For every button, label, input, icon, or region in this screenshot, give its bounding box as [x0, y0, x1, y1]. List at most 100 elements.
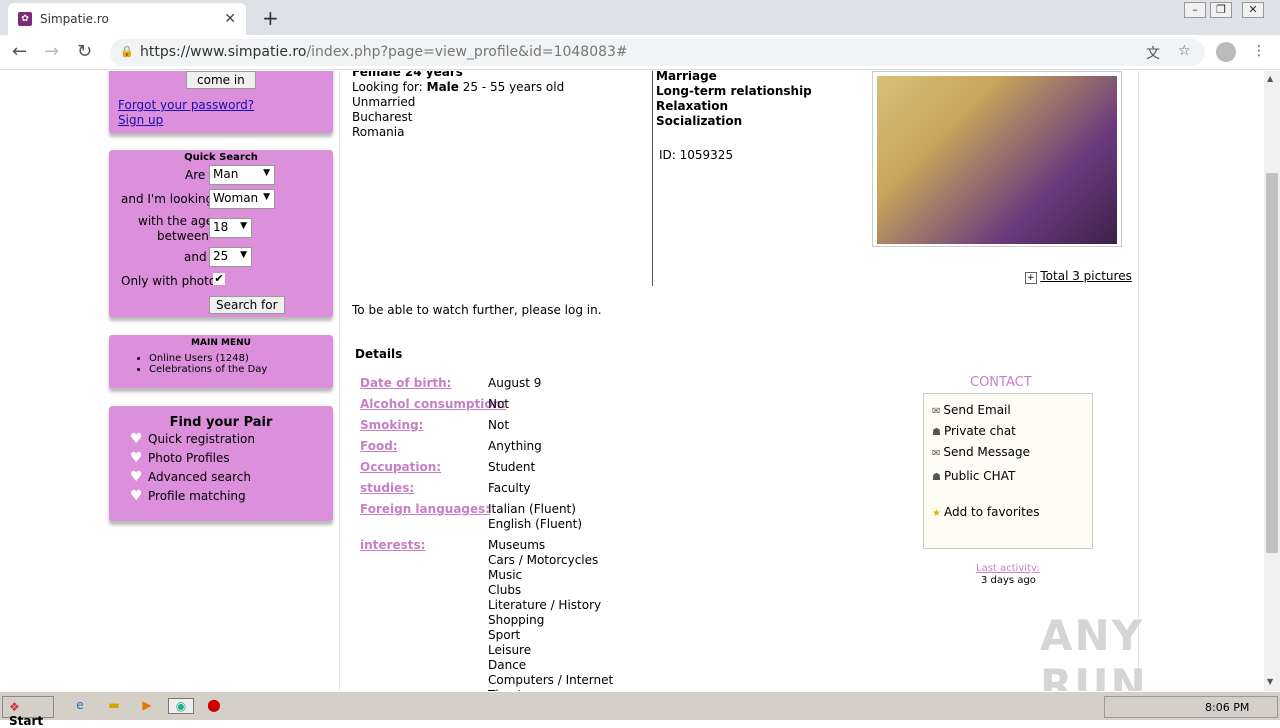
come-in-button[interactable]: come in [186, 71, 256, 89]
profile-id: ID: 1059325 [659, 148, 734, 162]
new-tab-icon[interactable]: + [262, 6, 279, 30]
public-chat-link[interactable]: ☗ Public CHAT [932, 469, 1015, 483]
find-pair-item[interactable]: ♥ Profile matching [109, 487, 333, 506]
detail-value: English (Fluent) [488, 517, 583, 531]
goal-item: Relaxation [656, 99, 729, 113]
translate-icon[interactable]: 文 [1146, 43, 1160, 63]
private-chat-link[interactable]: ☗ Private chat [932, 424, 1016, 438]
tab-close-icon[interactable]: ✕ [224, 11, 236, 27]
tab-title: Simpatie.ro [40, 12, 109, 26]
detail-label[interactable]: studies: [360, 481, 414, 495]
left-sidebar: come in Forgot your password? Sign up Qu… [99, 71, 339, 691]
scroll-up-icon[interactable]: ▲ [1267, 74, 1273, 83]
profile-avatar-icon[interactable] [1216, 42, 1236, 62]
contact-title: CONTACT [970, 375, 1032, 390]
scroll-thumb[interactable] [1266, 173, 1278, 553]
detail-label[interactable]: Occupation: [360, 460, 441, 474]
gender-select[interactable]: Man ▼ [209, 165, 275, 185]
bookmark-star-icon[interactable]: ☆ [1178, 43, 1191, 59]
reload-icon[interactable]: ↻ [77, 41, 92, 62]
menu-item-online-users[interactable]: Online Users (1248) [149, 353, 333, 364]
scroll-down-icon[interactable]: ▼ [1267, 677, 1273, 686]
interest-item: Literature / History [488, 598, 602, 612]
chevron-down-icon: ▼ [263, 168, 270, 178]
detail-label[interactable]: Smoking: [360, 418, 423, 432]
page-viewport: come in Forgot your password? Sign up Qu… [0, 71, 1264, 691]
restore-icon[interactable]: ❐ [1210, 2, 1232, 18]
menu-dots-icon[interactable]: ⋮ [1252, 43, 1266, 59]
ie-icon[interactable]: e [72, 698, 88, 714]
page-scrollbar[interactable]: ▲ ▼ [1264, 71, 1280, 691]
page-container: come in Forgot your password? Sign up Qu… [99, 71, 1139, 691]
menu-item-celebrations[interactable]: Celebrations of the Day [149, 364, 333, 375]
profile-status: Unmarried [352, 95, 416, 109]
quick-search-box: Quick Search Are Man ▼ and I'm looking Wo… [109, 150, 333, 317]
gender-select-value: Man [213, 167, 239, 181]
find-pair-item[interactable]: ♥ Quick registration [109, 430, 333, 449]
total-pictures-label: Total 3 pictures [1040, 269, 1132, 283]
windows-logo-icon: ❖ [9, 700, 20, 714]
looking-age: 25 - 55 years old [462, 80, 565, 94]
address-bar[interactable]: 🔒 https://www.simpatie.ro/index.php?page… [110, 39, 1205, 66]
clock[interactable]: 8:06 PM [1205, 701, 1249, 714]
interest-item: Leisure [488, 643, 532, 657]
login-notice: To be able to watch further, please log … [352, 303, 602, 317]
profile-photo[interactable] [872, 71, 1122, 247]
last-activity-link[interactable]: Last activity: [976, 563, 1040, 574]
interest-item: Music [488, 568, 523, 582]
url-host: https://www.simpatie.ro [140, 44, 307, 60]
detail-label[interactable]: Alcohol consumption: [360, 397, 506, 411]
browser-titlebar: ✿ Simpatie.ro ✕ + – ❐ ✕ [0, 0, 1280, 35]
add-favorites-label: Add to favorites [943, 505, 1040, 519]
media-player-icon[interactable]: ▶ [139, 698, 155, 714]
star-icon: ★ [932, 508, 941, 519]
forward-icon[interactable]: → [44, 41, 59, 62]
search-button[interactable]: Search for [209, 296, 285, 314]
detail-label[interactable]: Foreign languages: [360, 502, 490, 516]
browser-tab[interactable]: ✿ Simpatie.ro ✕ [8, 3, 246, 35]
add-favorites-link[interactable]: ★ Add to favorites [932, 505, 1040, 519]
message-icon: ✉ [932, 448, 941, 459]
interest-item: Museums [488, 538, 546, 552]
sign-up-link[interactable]: Sign up [118, 113, 163, 127]
photo-label: Only with photo [121, 274, 217, 288]
back-icon[interactable]: ← [12, 41, 27, 62]
public-chat-label: Public CHAT [943, 469, 1016, 483]
detail-label[interactable]: Date of birth: [360, 376, 451, 390]
heart-icon: ♥ [130, 431, 143, 447]
total-pictures-link[interactable]: + Total 3 pictures [1025, 269, 1132, 284]
send-message-link[interactable]: ✉ Send Message [932, 445, 1030, 459]
send-email-link[interactable]: ✉ Send Email [932, 403, 1011, 417]
age-from-select[interactable]: 18 ▼ [209, 218, 252, 238]
folder-icon[interactable]: ▬ [106, 698, 122, 714]
close-window-icon[interactable]: ✕ [1242, 2, 1264, 18]
minimize-icon[interactable]: – [1184, 2, 1206, 18]
private-chat-label: Private chat [943, 424, 1016, 438]
find-pair-label: Photo Profiles [148, 451, 230, 465]
send-email-label: Send Email [943, 403, 1011, 417]
lock-icon: 🔒 [120, 45, 134, 58]
interest-item: Cars / Motorcycles [488, 553, 599, 567]
heart-icon: ♥ [130, 450, 143, 466]
expand-icon: + [1025, 272, 1037, 284]
system-tray: 8:06 PM [1104, 696, 1278, 718]
find-pair-item[interactable]: ♥ Advanced search [109, 468, 333, 487]
only-photo-checkbox[interactable]: ✔ [213, 273, 225, 285]
profile-country: Romania [352, 125, 405, 139]
main-menu-box: MAIN MENU Online Users (1248) Celebratio… [109, 335, 333, 388]
chrome-taskbar-icon[interactable]: ◉ [168, 698, 194, 714]
stop-icon[interactable]: ⬤ [206, 698, 222, 714]
profile-photo-image [877, 76, 1117, 244]
find-pair-item[interactable]: ♥ Photo Profiles [109, 449, 333, 468]
find-pair-label: Profile matching [148, 489, 246, 503]
chat-user-icon: ☗ [932, 427, 941, 438]
age-to-select[interactable]: 25 ▼ [209, 247, 252, 267]
interests-label[interactable]: interests: [360, 538, 425, 552]
looking-select-value: Woman [213, 191, 259, 205]
looking-select[interactable]: Woman ▼ [209, 189, 275, 209]
forgot-password-link[interactable]: Forgot your password? [118, 98, 254, 112]
detail-label[interactable]: Food: [360, 439, 398, 453]
interest-item: Computers / Internet [488, 673, 614, 687]
start-button[interactable]: ❖ Start [2, 696, 54, 728]
login-box: come in Forgot your password? Sign up [109, 71, 333, 133]
